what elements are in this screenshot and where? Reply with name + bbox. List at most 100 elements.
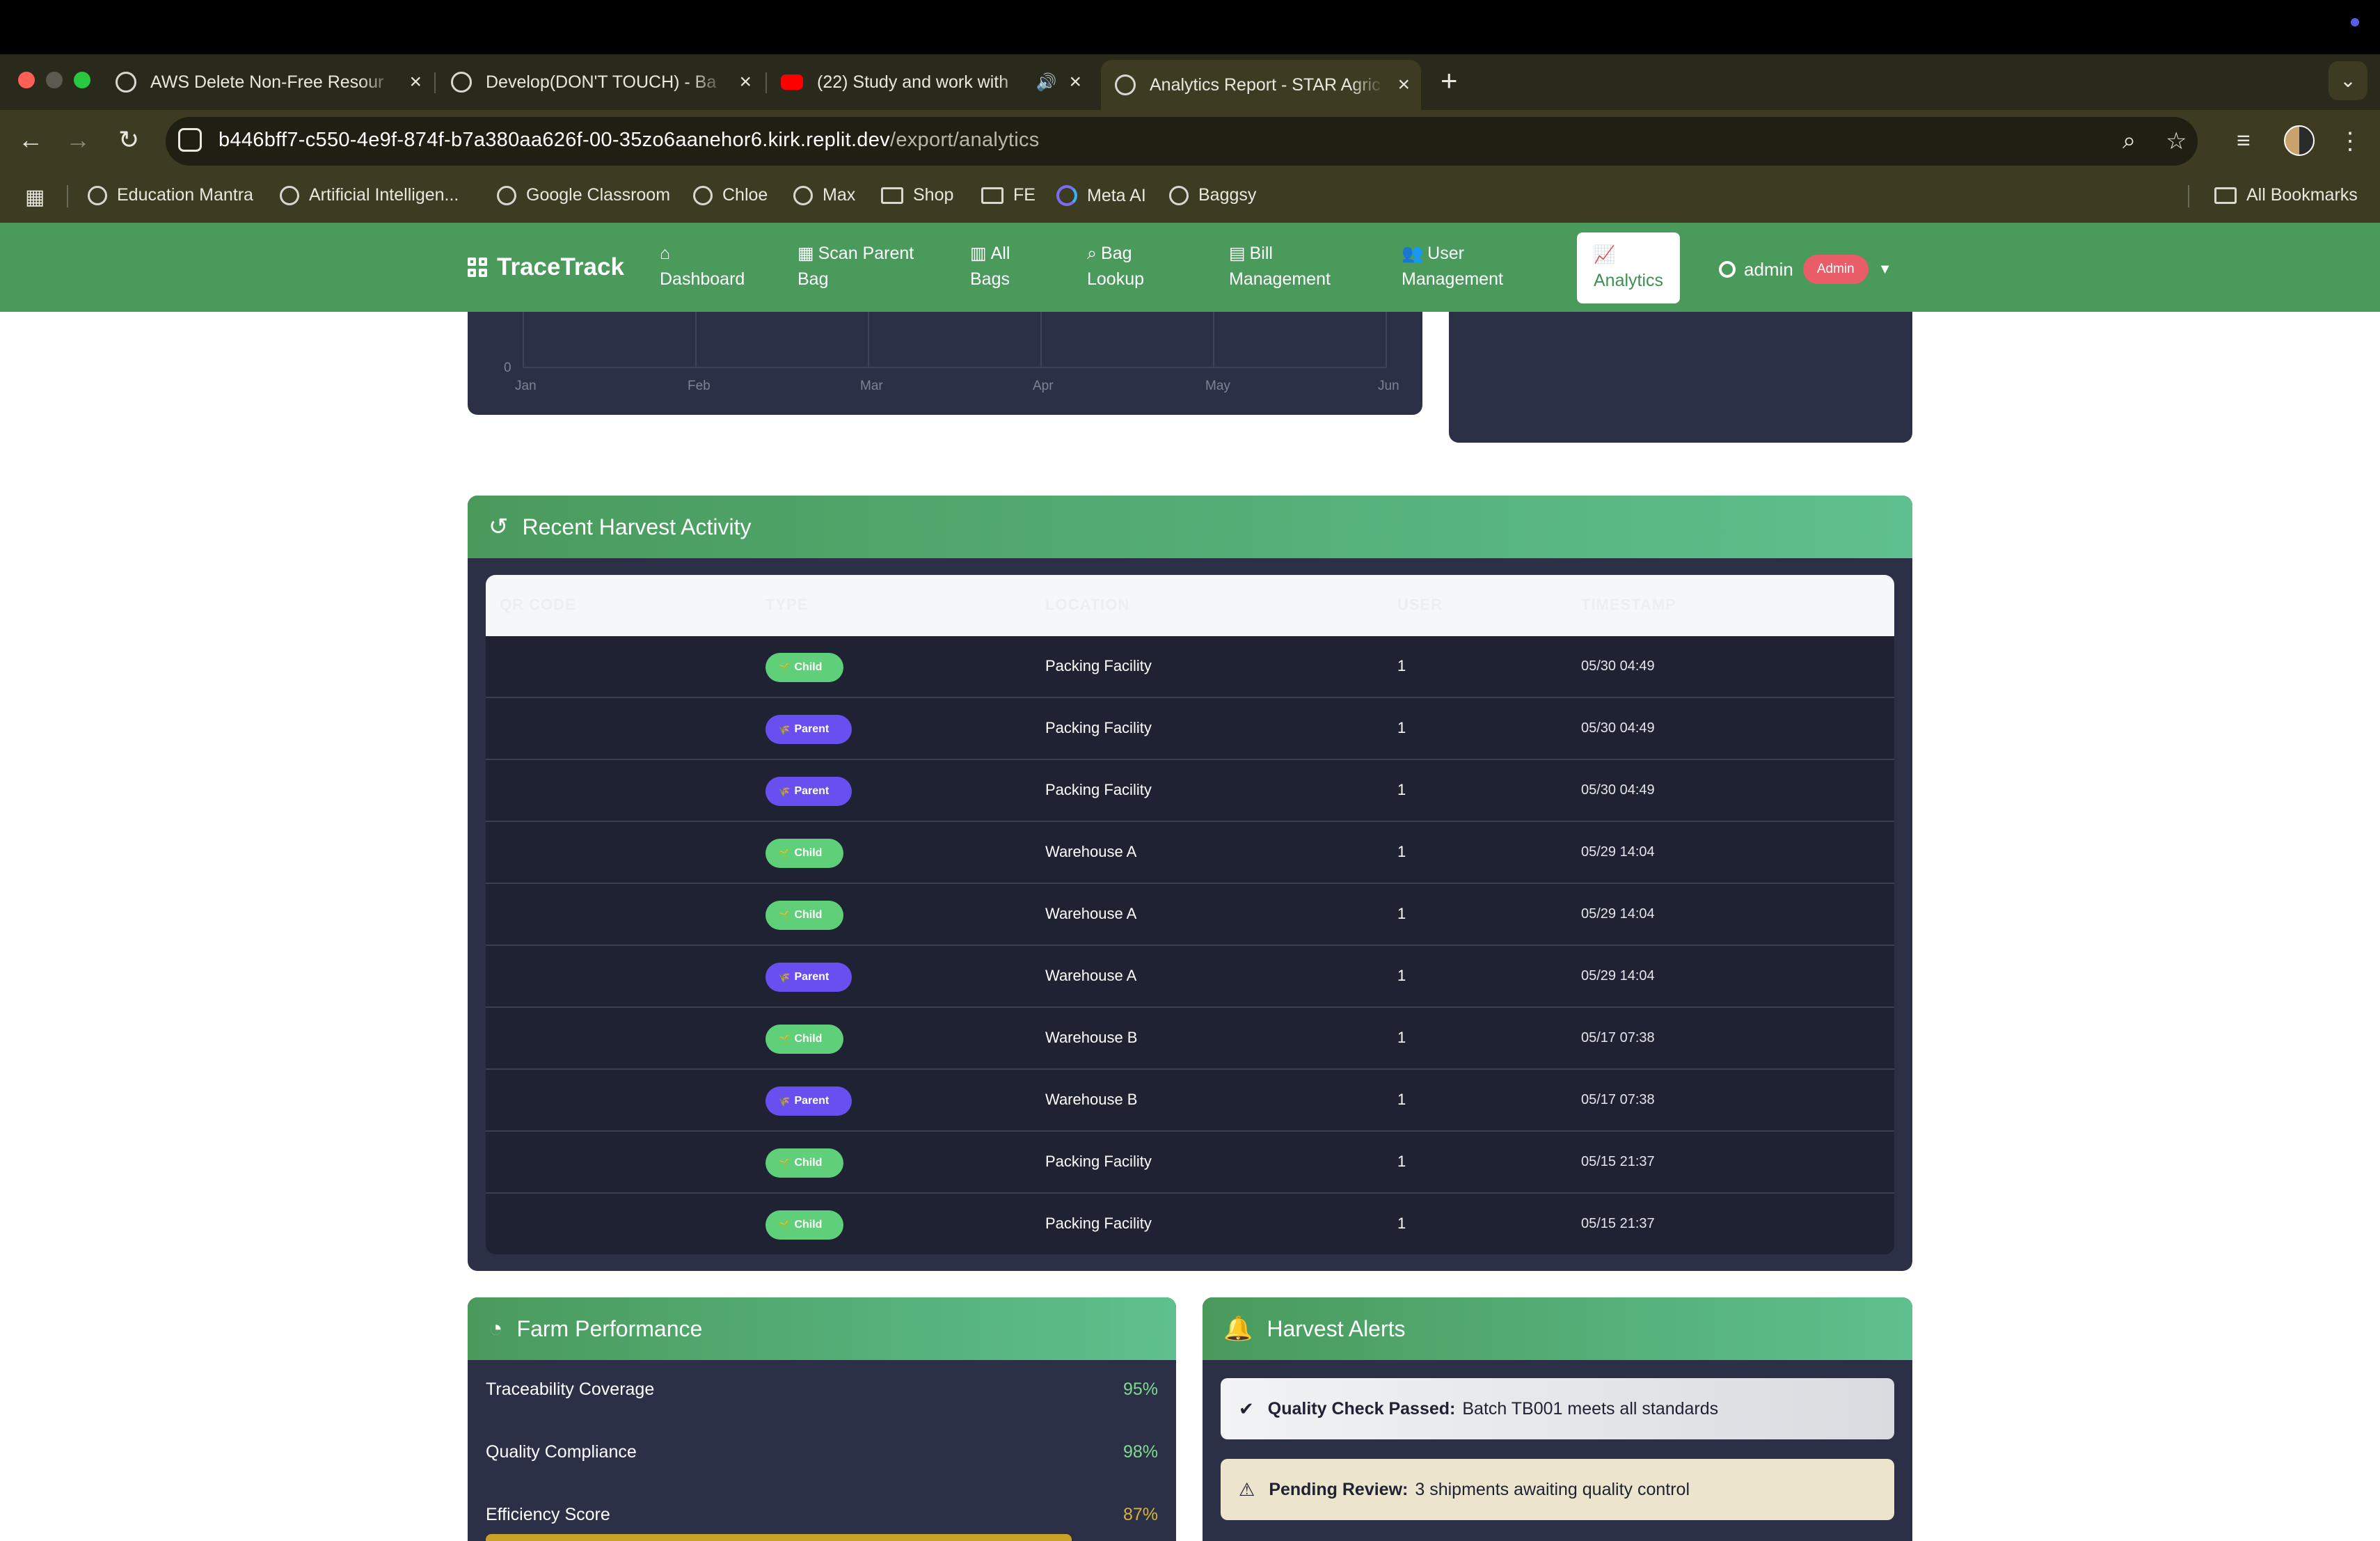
bookmark-google-classroom[interactable]: Google Classroom [497, 185, 670, 205]
type-badge: 🌱 Child [765, 839, 843, 868]
timestamp-cell: 05/30 04:49 [1581, 658, 1655, 674]
new-tab-button[interactable]: + [1441, 64, 1458, 97]
alert-strong: Pending Review: [1269, 1479, 1409, 1499]
type-badge: 🌱 Child [765, 1210, 843, 1240]
type-badge: 🌾 Parent [765, 777, 852, 806]
timestamp-cell: 05/29 14:04 [1581, 968, 1655, 983]
url-text[interactable]: b446bff7-c550-4e9f-874f-b7a380aa626f-00-… [219, 129, 1040, 152]
leaf-icon: 🌱 [778, 661, 791, 673]
column-header[interactable]: QR CODE [500, 596, 576, 614]
nav-analytics[interactable]: 📈 Analytics [1577, 232, 1681, 303]
close-tab-icon[interactable]: × [1069, 70, 1081, 94]
bookmark-star-icon[interactable]: ☆ [2166, 127, 2187, 155]
location-cell: Packing Facility [1045, 1215, 1152, 1232]
type-label: Parent [794, 785, 830, 797]
timestamp-cell: 05/30 04:49 [1581, 720, 1655, 736]
location-cell: Packing Facility [1045, 1153, 1152, 1170]
location-cell: Warehouse A [1045, 905, 1137, 922]
x-tick-label: Jun [1378, 379, 1399, 393]
table-row: 🌱 Child Warehouse A 1 05/29 14:04 [486, 884, 1894, 946]
bookmark-meta-ai[interactable]: Meta AI [1056, 185, 1146, 206]
back-arrow-icon[interactable]: ← [18, 125, 43, 155]
table-row: 🌾 Parent Packing Facility 1 05/30 04:49 [486, 698, 1894, 760]
browser-tab-youtube[interactable]: (22) Study and work with 🔊 × [781, 60, 1081, 104]
leaf-icon: 🌱 [778, 1219, 791, 1231]
efficiency-progress-bar [486, 1534, 1072, 1541]
user-menu[interactable]: admin Admin ▼ [1719, 255, 1891, 284]
forward-arrow-icon[interactable]: → [65, 125, 90, 155]
nav-dashboard[interactable]: ⌂ Dashboard [660, 241, 745, 292]
nav-label: Bag [798, 269, 829, 289]
browser-tab-develop[interactable]: Develop(DON'T TOUCH) - Ba × [451, 60, 752, 104]
y-tick-label: 0 [504, 361, 511, 375]
folder-icon [981, 187, 1003, 204]
reload-icon[interactable]: ↻ [118, 125, 139, 155]
close-tab-icon[interactable]: × [739, 70, 752, 94]
media-control-icon[interactable]: ≡ [2237, 127, 2251, 155]
table-header: QR CODE TYPE LOCATION USER TIMESTAMP [486, 575, 1894, 636]
user-cell: 1 [1397, 781, 1406, 798]
speaker-icon[interactable]: 🔊 [1036, 72, 1057, 93]
tab-search-chevron-icon[interactable]: ⌄ [2329, 61, 2367, 100]
x-tick-label: Feb [688, 379, 711, 393]
browser-tab-aws[interactable]: AWS Delete Non-Free Resour × [116, 60, 422, 104]
users-icon: 👥 [1402, 244, 1424, 263]
globe-icon [793, 185, 813, 205]
column-header[interactable]: USER [1397, 596, 1443, 614]
globe-icon [693, 185, 713, 205]
more-menu-icon[interactable]: ⋮ [2338, 127, 2362, 155]
x-tick-label: Jan [515, 379, 537, 393]
globe-icon [280, 185, 299, 205]
nav-label: Dashboard [660, 269, 745, 289]
openai-icon [451, 72, 472, 93]
alert-quality-passed: ✔ Quality Check Passed: Batch TB001 meet… [1221, 1378, 1894, 1439]
site-settings-icon[interactable] [178, 128, 202, 152]
bookmark-folder-fe[interactable]: FE [981, 185, 1036, 205]
browser-tab-analytics[interactable]: Analytics Report - STAR Agric × [1101, 60, 1421, 110]
bookmark-folder-shop[interactable]: Shop [881, 185, 953, 205]
type-label: Child [794, 909, 823, 921]
close-tab-icon[interactable]: × [409, 70, 422, 94]
nav-all-bags[interactable]: ▥ All Bags [970, 241, 1010, 292]
brand-logo[interactable]: TraceTrack [468, 253, 624, 281]
alerts-title: Harvest Alerts [1267, 1315, 1406, 1341]
location-cell: Warehouse B [1045, 1091, 1138, 1108]
timestamp-cell: 05/29 14:04 [1581, 844, 1655, 860]
minimize-window-button[interactable] [46, 72, 63, 88]
profile-avatar[interactable] [2284, 125, 2315, 156]
nav-scan-parent-bag[interactable]: ▦ Scan Parent Bag [798, 241, 914, 292]
column-header[interactable]: LOCATION [1045, 596, 1129, 614]
bookmark-chloe[interactable]: Chloe [693, 185, 768, 205]
youtube-icon [781, 74, 803, 90]
type-label: Child [794, 847, 823, 859]
bookmark-education-mantra[interactable]: Education Mantra [88, 185, 253, 205]
column-header[interactable]: TYPE [765, 596, 808, 614]
nav-label: Bag [1101, 244, 1132, 263]
type-badge: 🌾 Parent [765, 1086, 852, 1116]
zoom-icon[interactable]: ⌕ [2123, 127, 2136, 155]
apps-grid-icon[interactable]: ▦ [25, 185, 45, 210]
history-icon: ↺ [489, 514, 509, 540]
nav-label: Bill [1249, 244, 1273, 263]
nav-user-management[interactable]: 👥 User Management [1402, 241, 1503, 292]
x-tick-label: Apr [1033, 379, 1054, 393]
type-label: Child [794, 1219, 823, 1231]
nav-bag-lookup[interactable]: ⌕ Bag Lookup [1087, 241, 1144, 292]
bookmark-max[interactable]: Max [793, 185, 855, 205]
close-window-button[interactable] [18, 72, 35, 88]
bookmark-baggsy[interactable]: Baggsy [1169, 185, 1256, 205]
leaf-icon: 🌱 [778, 1033, 791, 1045]
bookmark-label: Artificial Intelligen... [309, 185, 459, 205]
column-header[interactable]: TIMESTAMP [1581, 596, 1676, 614]
tab-title: AWS Delete Non-Free Resour [150, 72, 384, 92]
timestamp-cell: 05/15 21:37 [1581, 1216, 1655, 1231]
close-tab-icon[interactable]: × [1397, 73, 1410, 97]
table-row: 🌱 Child Packing Facility 1 05/30 04:49 [486, 636, 1894, 698]
all-bookmarks-folder[interactable]: All Bookmarks [2214, 185, 2358, 205]
maximize-window-button[interactable] [74, 72, 90, 88]
type-badge: 🌾 Parent [765, 715, 852, 744]
bookmark-artificial-intelligence[interactable]: Artificial Intelligen... [280, 185, 459, 205]
brand-name: TraceTrack [497, 253, 624, 280]
nav-bill-management[interactable]: ▤ Bill Management [1229, 241, 1331, 292]
alert-text: 3 shipments awaiting quality control [1415, 1479, 1690, 1499]
